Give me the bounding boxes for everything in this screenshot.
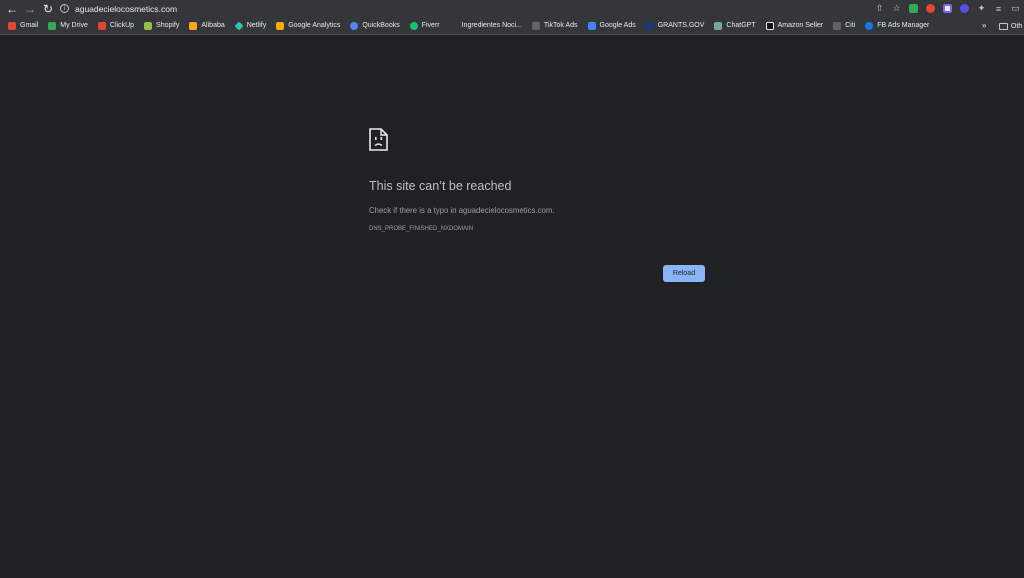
bookmark-fb-ads-manager[interactable]: FB Ads Manager (860, 17, 934, 34)
error-message: Check if there is a typo in aguadecieloc… (369, 206, 555, 215)
tiktok-icon (531, 21, 540, 30)
bookmark-quickbooks[interactable]: QuickBooks (345, 17, 404, 34)
bookmarks-bar: Gmail My Drive ClickUp Shopify Alibaba N… (0, 17, 1024, 35)
chatgpt-icon (714, 21, 723, 30)
bookmark-star-button[interactable]: ☆ (888, 0, 905, 17)
gmail-icon (8, 21, 16, 30)
extension-icon (926, 4, 935, 13)
shopify-icon (144, 21, 153, 30)
bookmark-my-drive[interactable]: My Drive (43, 17, 93, 34)
error-page: This site can’t be reached Check if ther… (0, 36, 1024, 578)
error-code: DNS_PROBE_FINISHED_NXDOMAIN (369, 226, 474, 232)
folder-icon (999, 22, 1008, 30)
arrow-right-icon: → (24, 1, 36, 16)
bookmarks-overflow-button[interactable]: » (982, 21, 986, 30)
sad-page-icon (369, 128, 388, 151)
toolbar-actions: ⇧ ☆ ✦ ≡ ▭ (871, 0, 1024, 17)
reload-page-button[interactable]: Reload (663, 265, 705, 282)
bookmark-google-ads[interactable]: Google Ads (583, 17, 641, 34)
grants-icon (645, 21, 654, 30)
facebook-icon (865, 21, 874, 30)
analytics-icon (276, 21, 285, 30)
back-button[interactable]: ← (3, 0, 21, 17)
reading-list-button[interactable]: ≡ (990, 0, 1007, 17)
error-title: This site can’t be reached (369, 179, 512, 193)
extension-icon (960, 4, 969, 13)
extension-icon (943, 4, 952, 13)
bookmark-google-analytics[interactable]: Google Analytics (271, 17, 345, 34)
bookmark-amazon-seller[interactable]: Amazon Seller (761, 17, 829, 34)
puzzle-icon: ✦ (977, 3, 986, 13)
drive-icon (48, 21, 57, 30)
browser-toolbar: ← → ↻ i aguadecielocosmetics.com ⇧ ☆ ✦ ≡… (0, 0, 1024, 17)
url-text[interactable]: aguadecielocosmetics.com (75, 4, 177, 14)
fiverr-icon (409, 21, 418, 30)
citi-icon (833, 21, 842, 30)
netlify-icon (234, 20, 244, 31)
bookmark-chatgpt[interactable]: ChatGPT (709, 17, 760, 34)
reload-icon: ↻ (42, 1, 54, 16)
bookmark-netlify[interactable]: Netlify (230, 17, 271, 34)
bookmark-gmail[interactable]: Gmail (3, 17, 43, 34)
reload-button[interactable]: ↻ (39, 0, 57, 17)
star-icon: ☆ (892, 3, 901, 13)
bookmark-tiktok-ads[interactable]: TikTok Ads (527, 17, 583, 34)
bookmark-alibaba[interactable]: Alibaba (184, 17, 229, 34)
bookmark-citi[interactable]: Citi (828, 17, 860, 34)
alibaba-icon (189, 21, 198, 30)
address-bar[interactable]: i aguadecielocosmetics.com (60, 1, 177, 16)
extension-4-button[interactable] (956, 0, 973, 17)
bookmark-shopify[interactable]: Shopify (139, 17, 184, 34)
extension-2-button[interactable] (922, 0, 939, 17)
bookmark-fiverr[interactable]: Fiverr (405, 17, 445, 34)
share-icon: ⇧ (875, 3, 884, 13)
bookmark-grants-gov[interactable]: GRANTS.GOV (641, 17, 710, 34)
list-icon: ≡ (995, 3, 1002, 14)
extension-1-button[interactable] (905, 0, 922, 17)
extension-icon (909, 4, 918, 13)
info-icon[interactable]: i (60, 4, 69, 13)
bookmark-clickup[interactable]: ClickUp (93, 17, 139, 34)
clickup-icon (97, 21, 106, 30)
share-button[interactable]: ⇧ (871, 0, 888, 17)
amazon-icon (765, 21, 774, 30)
side-panel-icon: ▭ (1011, 3, 1020, 13)
google-ads-icon (587, 21, 596, 30)
extensions-menu-button[interactable]: ✦ (973, 0, 990, 17)
page-icon (449, 21, 458, 30)
arrow-left-icon: ← (6, 1, 18, 16)
bookmark-ingredientes[interactable]: Ingredientes Noci... (445, 17, 527, 34)
other-bookmarks-button[interactable]: Oth (999, 17, 1022, 35)
extension-3-button[interactable] (939, 0, 956, 17)
quickbooks-icon (350, 21, 359, 30)
side-panel-button[interactable]: ▭ (1007, 0, 1024, 17)
forward-button[interactable]: → (21, 0, 39, 17)
